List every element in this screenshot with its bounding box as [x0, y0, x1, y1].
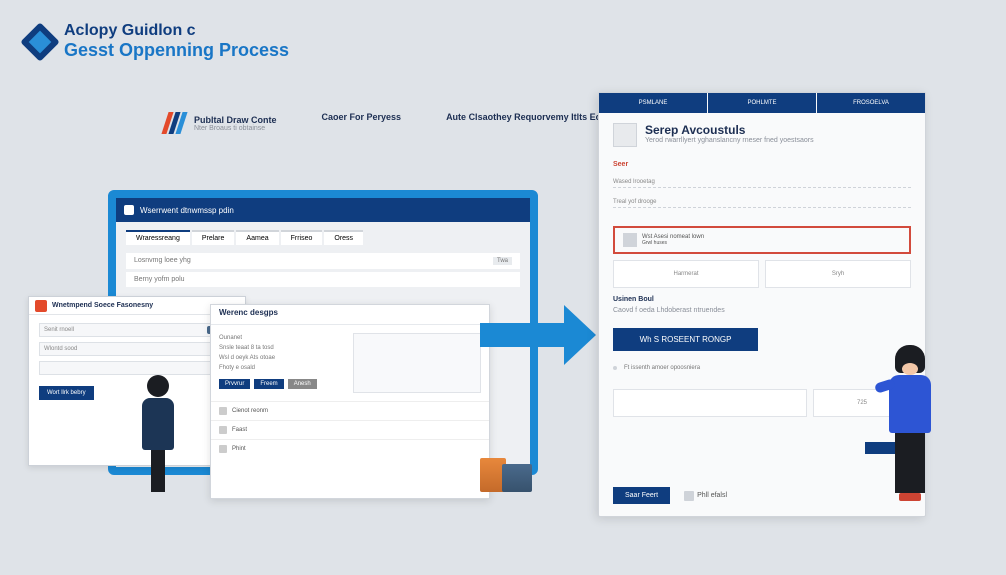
form-tabs: PSMLANE POHLMTE FROSOELVA — [599, 93, 925, 113]
highlighted-box: Wst Asesi nomeat lown Grwl huses — [613, 226, 911, 254]
list-row: Losnvmg loee yhg Twa — [126, 253, 520, 269]
section-text: Phint — [232, 446, 246, 452]
monitor-tabs: Wraressreang Prelare Aamea Frriseo Oress — [126, 230, 520, 245]
brand-title-1: Publtal Draw Conte — [194, 115, 277, 125]
panel-title: Werenc desgps — [211, 305, 489, 325]
brand-item-1: Publtal Draw Conte Nter Broaus ti obtain… — [165, 112, 277, 134]
panel-line: Ounanet — [219, 333, 347, 343]
form-title: Serep Avcoustuls — [645, 123, 814, 137]
person-illustration-2 — [875, 345, 945, 520]
tab[interactable]: Wraressreang — [126, 230, 190, 245]
tab[interactable]: Oress — [324, 230, 363, 245]
primary-action-button[interactable]: Wh S ROSEENT RONGP — [613, 328, 758, 351]
form-subtitle: Yerod rwarrllyert yghanslancny rneser fn… — [645, 137, 814, 144]
person-illustration-1 — [130, 375, 185, 495]
panel-button[interactable]: Prvvrur — [219, 379, 250, 389]
section-sub: Caovd f oeda Lhdoberast ntruendes — [613, 307, 911, 314]
panel-line: Fhoty e osald — [219, 363, 347, 373]
brand-title-2: Caoer For Peryess — [322, 112, 402, 122]
panel-line: Wsl d oeyk Ats otoae — [219, 353, 347, 363]
section-label: Seer — [613, 161, 911, 168]
panel-button[interactable]: Freem — [254, 379, 283, 389]
brand-sub-1: Nter Broaus ti obtainse — [194, 125, 277, 132]
dialog-action-button[interactable]: Wort llrk bebry — [39, 386, 94, 400]
form-field[interactable]: Treal yof drooge — [613, 192, 911, 208]
form-tab[interactable]: PSMLANE — [599, 93, 707, 113]
tab[interactable]: Prelare — [192, 230, 235, 245]
panel-thumbnail — [353, 333, 481, 393]
list-row: Berny yofm polu — [126, 272, 520, 287]
brand-row: Publtal Draw Conte Nter Broaus ti obtain… — [165, 112, 623, 134]
monitor-titlebar: Wserrwent dtnwmssp pdin — [116, 198, 530, 222]
section-icon — [219, 426, 227, 434]
dialog-field[interactable]: Senit rnoell UOS — [39, 323, 235, 337]
form-tab[interactable]: FROSOELVA — [817, 93, 925, 113]
arrow-icon — [480, 305, 600, 365]
form-tab[interactable]: POHLMTE — [708, 93, 816, 113]
title-line-2: Gesst Oppenning Process — [64, 40, 289, 61]
section-icon — [219, 445, 227, 453]
page-header: Aclopy Guidlon c Gesst Oppenning Process — [26, 22, 289, 61]
dialog-field[interactable]: Wlontd sood — [39, 342, 235, 356]
dialog-title: Wnetmpend Soece Fasonesny — [52, 302, 153, 309]
tab[interactable]: Frriseo — [281, 230, 323, 245]
form-header: Serep Avcoustuls Yerod rwarrllyert yghan… — [599, 113, 925, 157]
badge: Twa — [493, 257, 512, 265]
panel-button[interactable]: Anesh — [288, 379, 317, 389]
form-field[interactable]: Wased lrooetag — [613, 172, 911, 188]
grid-cell: Sryh — [765, 260, 911, 288]
dialog-field[interactable] — [39, 361, 235, 375]
panel-line: Snsle teaat 8 ta tosd — [219, 343, 347, 353]
tab[interactable]: Aamea — [236, 230, 278, 245]
box-sub: Grwl huses — [642, 240, 704, 246]
footer-button[interactable]: Saar Feert — [613, 487, 670, 504]
grid-cell — [613, 389, 807, 417]
logo-icon — [20, 22, 60, 62]
grid-cell: Harmerat — [613, 260, 759, 288]
window-icon — [124, 205, 134, 215]
overlay-panel: Werenc desgps Ounanet Snsle teaat 8 ta t… — [210, 304, 490, 499]
brand-item-2: Caoer For Peryess — [322, 112, 402, 122]
boxes-illustration — [480, 458, 532, 492]
brand-title-3: Aute Clsaothey Requorvemy Itlts Eothres — [446, 112, 623, 122]
section-text: Cienot reonm — [232, 408, 268, 414]
dialog-icon — [35, 300, 47, 312]
stripe-icon — [165, 112, 187, 134]
option-icon — [684, 491, 694, 501]
title-line-1: Aclopy Guidlon c — [64, 22, 289, 40]
brand-item-3: Aute Clsaothey Requorvemy Itlts Eothres — [446, 112, 623, 122]
section-label: Usinen Boul — [613, 296, 911, 303]
section-text: Faast — [232, 427, 247, 433]
form-header-icon — [613, 123, 637, 147]
footer-option[interactable]: Phll efalsl — [684, 491, 727, 501]
box-icon — [623, 233, 637, 247]
section-icon — [219, 407, 227, 415]
window-title: Wserrwent dtnwmssp pdin — [140, 206, 234, 215]
